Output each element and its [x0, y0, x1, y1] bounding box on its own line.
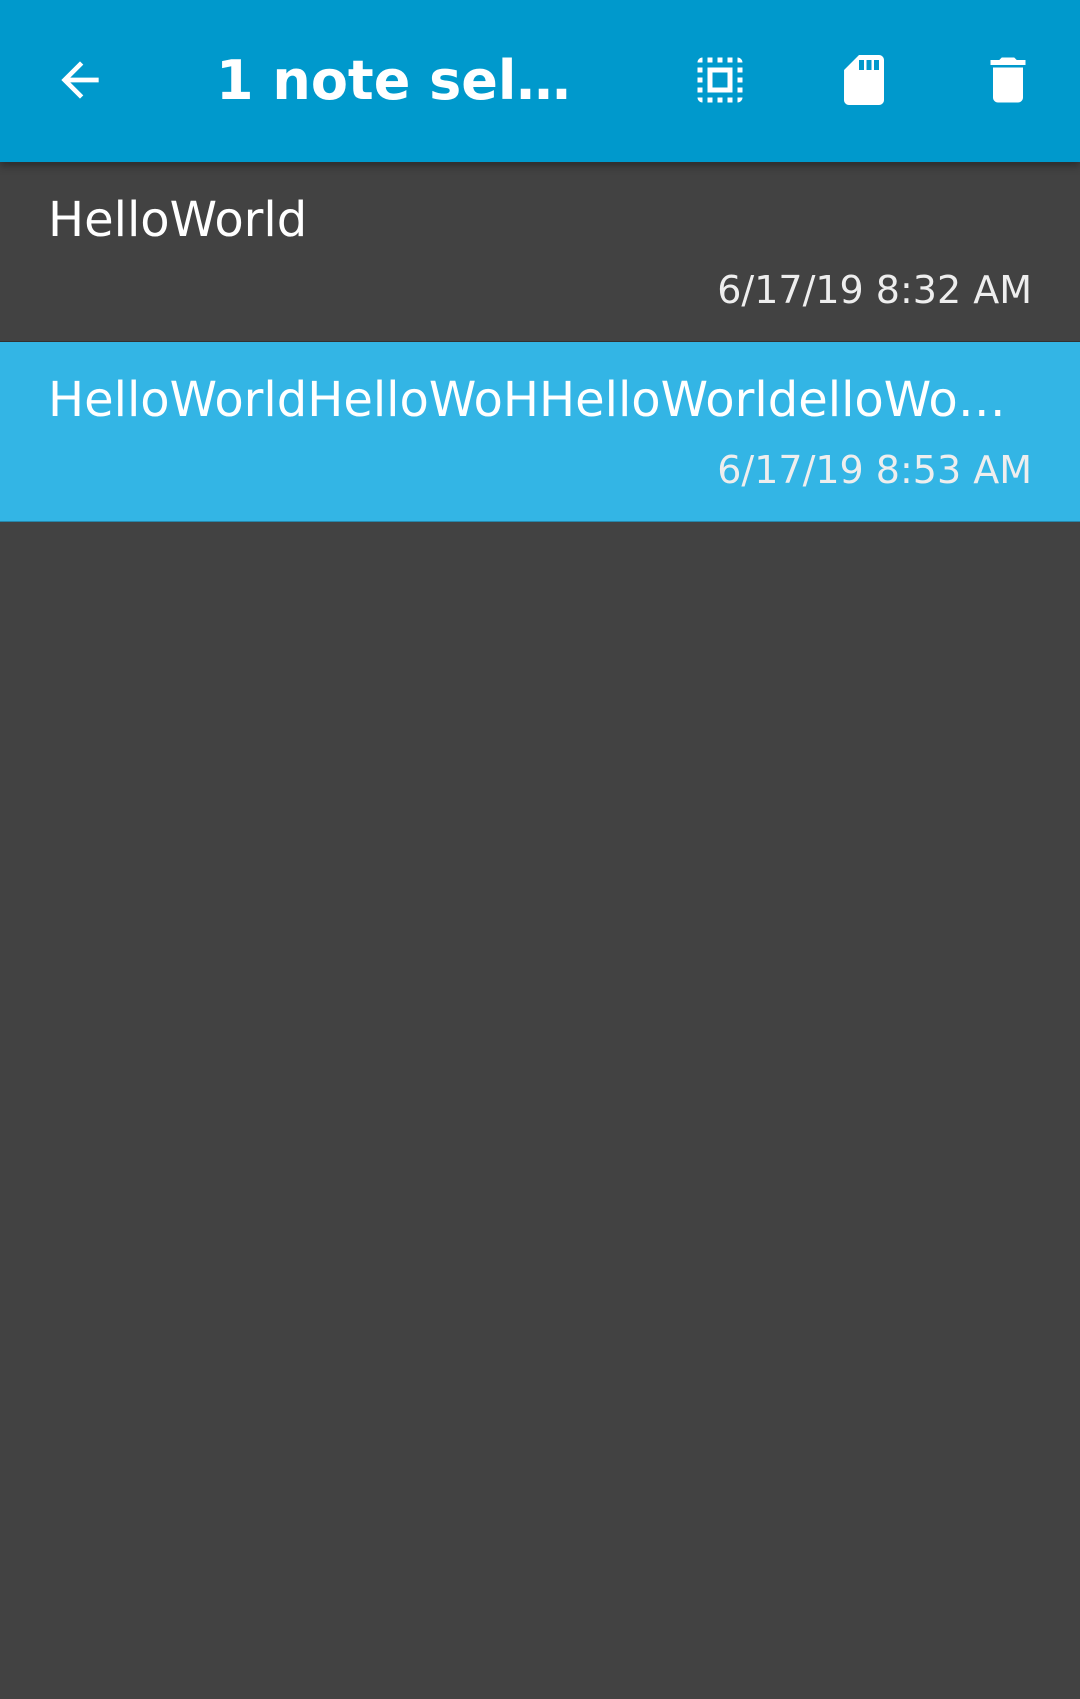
- note-title: HelloWorldHelloWoHHelloWorldelloWo…: [48, 372, 1006, 428]
- notes-list: HelloWorld 6/17/19 8:32 AM HelloWorldHel…: [0, 162, 1080, 522]
- arrow-back-icon: [61, 61, 99, 99]
- export-button[interactable]: [820, 36, 908, 124]
- delete-button[interactable]: [964, 36, 1052, 124]
- sd-card-icon: [844, 55, 884, 105]
- select-all-button[interactable]: [676, 36, 764, 124]
- note-item-selected[interactable]: HelloWorldHelloWoHHelloWorldelloWo… 6/17…: [0, 342, 1080, 522]
- back-button[interactable]: [36, 36, 124, 124]
- selection-count-title: 1 note select…: [216, 49, 606, 112]
- note-date: 6/17/19 8:53 AM: [717, 448, 1032, 492]
- note-title: HelloWorld: [48, 192, 308, 248]
- action-mode-bar: 1 note select…: [0, 0, 1080, 162]
- delete-icon: [990, 57, 1026, 103]
- note-item[interactable]: HelloWorld 6/17/19 8:32 AM: [0, 162, 1080, 342]
- note-date: 6/17/19 8:32 AM: [717, 268, 1032, 312]
- select-all-icon: [697, 57, 743, 103]
